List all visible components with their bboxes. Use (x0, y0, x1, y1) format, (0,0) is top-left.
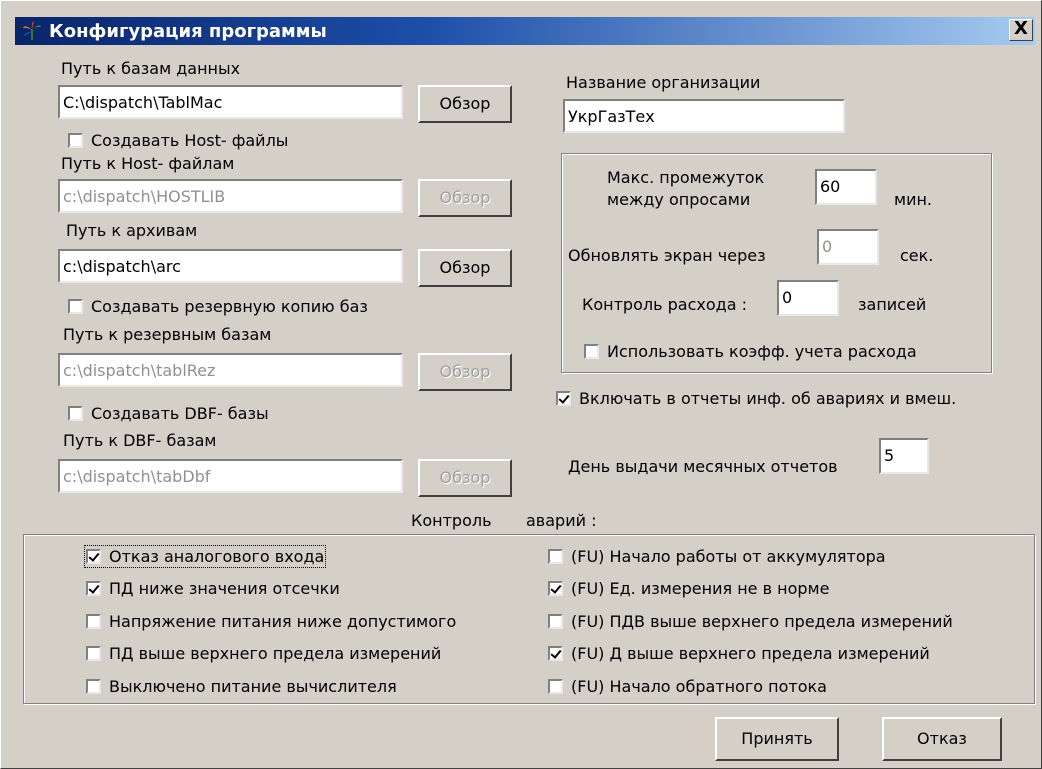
create-dbf-checkbox[interactable]: Создавать DBF- базы (68, 404, 269, 423)
include-accidents-label: Включать в отчеты инф. об авариях и вмеш… (579, 389, 957, 408)
window-title: Конфигурация программы (49, 20, 327, 42)
report-day-input[interactable]: 5 (879, 438, 929, 474)
alarm-supply-voltage-low-checkbox[interactable]: Напряжение питания ниже допустимого (86, 612, 456, 631)
create-backup-checkbox[interactable]: Создавать резервную копию баз (68, 297, 368, 316)
alarm-left-label: Отказ аналогового входа (109, 547, 325, 566)
db-path-input[interactable]: C:\dispatch\TablMac (58, 85, 403, 119)
alarm-fu-reverse-flow-checkbox[interactable]: (FU) Начало обратного потока (548, 677, 827, 696)
alarm-right-label: (FU) ПДВ выше верхнего предела измерений (571, 612, 953, 631)
close-icon: X (1014, 18, 1028, 39)
alarm-control-title-part2: аварий : (526, 511, 597, 530)
dbf-path-label: Путь к DBF- базам (63, 431, 217, 450)
title-bar[interactable]: Конфигурация программы X (15, 17, 1035, 45)
checkbox-box (86, 679, 101, 694)
app-icon (23, 21, 41, 40)
flow-control-unit: записей (858, 295, 927, 314)
refresh-label: Обновлять экран через (568, 246, 766, 265)
alarm-left-label: ПД выше верхнего предела измерений (109, 644, 442, 663)
backup-path-input[interactable]: c:\dispatch\tablRez (58, 353, 403, 387)
alarm-right-label: (FU) Начало обратного потока (571, 677, 827, 696)
checkbox-box (86, 646, 101, 661)
alarm-left-label: Напряжение питания ниже допустимого (109, 612, 457, 631)
use-flow-coef-checkbox[interactable]: Использовать коэфф. учета расхода (584, 342, 917, 361)
archive-browse-button[interactable]: Обзор (418, 249, 512, 287)
accept-button[interactable]: Принять (715, 717, 839, 761)
alarm-analog-input-failure-checkbox[interactable]: Отказ аналогового входа (83, 545, 327, 568)
alarm-control-title-part1: Контроль (411, 511, 492, 530)
alarm-pd-below-cutoff-checkbox[interactable]: ПД ниже значения отсечки (86, 579, 340, 598)
host-path-input[interactable]: c:\dispatch\HOSTLIB (58, 179, 403, 213)
db-path-label: Путь к базам данных (61, 59, 241, 78)
refresh-unit: сек. (900, 246, 934, 265)
host-browse-button[interactable]: Обзор (418, 179, 512, 217)
checkbox-box (68, 133, 83, 148)
checkbox-box (548, 581, 563, 596)
checkbox-box (548, 614, 563, 629)
include-accidents-checkbox[interactable]: Включать в отчеты инф. об авариях и вмеш… (556, 389, 956, 408)
checkbox-box (556, 391, 571, 406)
cancel-button[interactable]: Отказ (882, 717, 1002, 761)
db-browse-button[interactable]: Обзор (418, 85, 512, 123)
checkbox-box (584, 344, 599, 359)
alarm-left-label: Выключено питание вычислителя (109, 677, 397, 696)
checkbox-box (68, 406, 83, 421)
org-name-label: Название организации (566, 73, 761, 92)
checkbox-box (548, 646, 563, 661)
checkbox-box (86, 549, 101, 564)
alarm-calculator-power-off-checkbox[interactable]: Выключено питание вычислителя (86, 677, 397, 696)
checkbox-box (548, 549, 563, 564)
alarm-fu-d-above-limit-checkbox[interactable]: (FU) Д выше верхнего предела измерений (548, 644, 930, 663)
config-dialog: Конфигурация программы X Путь к базам да… (0, 0, 1042, 769)
archive-path-input[interactable]: c:\dispatch\arc (58, 249, 403, 283)
max-interval-label-line2: между опросами (607, 190, 751, 209)
max-interval-unit: мин. (894, 190, 933, 209)
host-path-label: Путь к Host- файлам (61, 154, 235, 173)
refresh-input[interactable]: 0 (817, 229, 879, 265)
checkbox-box (548, 679, 563, 694)
archive-path-label: Путь к архивам (66, 221, 198, 240)
checkbox-box (86, 581, 101, 596)
dbf-browse-button[interactable]: Обзор (418, 459, 512, 497)
checkbox-box (68, 299, 83, 314)
org-name-input[interactable]: УкрГазТех (563, 99, 845, 133)
alarm-right-label: (FU) Ед. измерения не в норме (571, 579, 830, 598)
max-interval-label-line1: Макс. промежуток (607, 168, 765, 187)
create-backup-label: Создавать резервную копию баз (91, 297, 368, 316)
alarm-fu-units-abnormal-checkbox[interactable]: (FU) Ед. измерения не в норме (548, 579, 829, 598)
checkbox-box (86, 614, 101, 629)
flow-control-input[interactable]: 0 (777, 280, 839, 316)
close-button[interactable]: X (1009, 19, 1033, 41)
create-dbf-label: Создавать DBF- базы (91, 404, 269, 423)
alarm-fu-battery-start-checkbox[interactable]: (FU) Начало работы от аккумулятора (548, 547, 886, 566)
alarm-pd-above-upper-limit-checkbox[interactable]: ПД выше верхнего предела измерений (86, 644, 441, 663)
use-flow-coef-label: Использовать коэфф. учета расхода (607, 342, 917, 361)
max-interval-input[interactable]: 60 (815, 169, 877, 205)
alarm-left-label: ПД ниже значения отсечки (109, 579, 340, 598)
create-host-files-label: Создавать Host- файлы (91, 131, 289, 150)
report-day-label: День выдачи месячных отчетов (568, 457, 838, 476)
alarm-right-label: (FU) Начало работы от аккумулятора (571, 547, 886, 566)
flow-control-label: Контроль расхода : (582, 295, 747, 314)
backup-browse-button[interactable]: Обзор (418, 353, 512, 391)
alarm-fu-pdv-above-limit-checkbox[interactable]: (FU) ПДВ выше верхнего предела измерений (548, 612, 953, 631)
dbf-path-input[interactable]: c:\dispatch\tabDbf (58, 459, 403, 493)
alarm-right-label: (FU) Д выше верхнего предела измерений (571, 644, 930, 663)
create-host-files-checkbox[interactable]: Создавать Host- файлы (68, 131, 288, 150)
backup-path-label: Путь к резервным базам (63, 325, 272, 344)
